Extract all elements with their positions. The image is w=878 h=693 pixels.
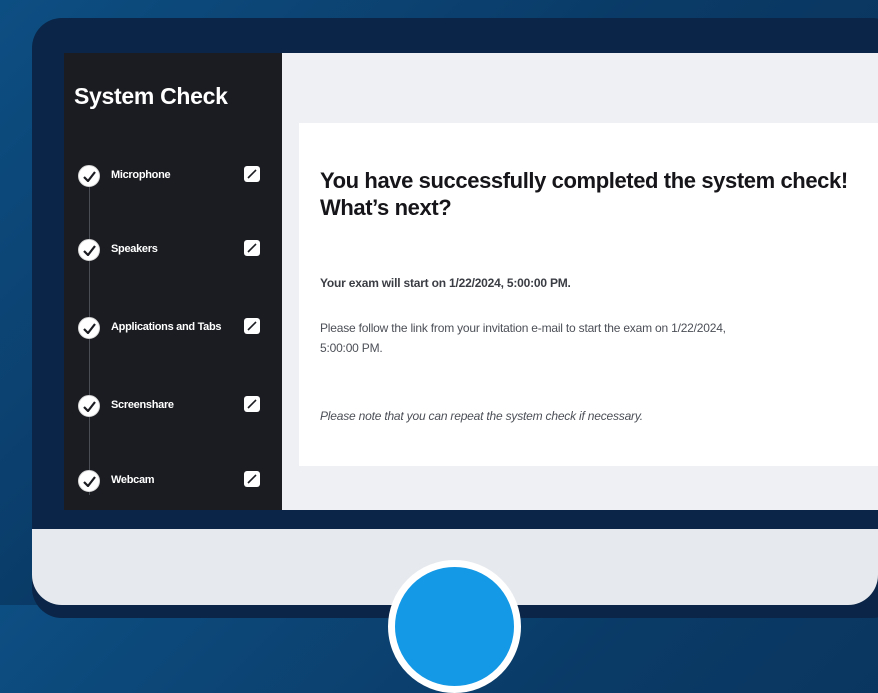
check-circle-icon (78, 317, 100, 339)
step-label: Screenshare (111, 399, 174, 411)
heading-line-2: What’s next? (320, 195, 452, 220)
check-circle-icon (78, 165, 100, 187)
heading-line-1: You have successfully completed the syst… (320, 168, 848, 193)
main-content: You have successfully completed the syst… (282, 53, 878, 510)
power-button[interactable] (388, 560, 521, 693)
completion-card: You have successfully completed the syst… (299, 123, 878, 466)
checkbox-checked-icon (244, 396, 260, 412)
step-label: Webcam (111, 474, 155, 486)
sidebar-title: System Check (74, 83, 228, 109)
completion-heading: You have successfully completed the syst… (320, 167, 878, 221)
step-microphone[interactable]: Microphone (78, 165, 274, 189)
step-webcam[interactable]: Webcam (78, 470, 274, 494)
checkbox-checked-icon (244, 471, 260, 487)
checkbox-checked-icon (244, 166, 260, 182)
sidebar: System Check Microphone Speakers Applica… (64, 53, 282, 510)
app-screen: System Check Microphone Speakers Applica… (64, 53, 878, 510)
step-screenshare[interactable]: Screenshare (78, 395, 274, 419)
step-label: Speakers (111, 243, 158, 255)
follow-link-text: Please follow the link from your invitat… (320, 321, 726, 355)
step-applications-and-tabs[interactable]: Applications and Tabs (78, 317, 274, 341)
checkbox-checked-icon (244, 240, 260, 256)
exam-start-text: Your exam will start on 1/22/2024, 5:00:… (320, 276, 571, 290)
check-circle-icon (78, 239, 100, 261)
step-label: Microphone (111, 169, 171, 181)
check-circle-icon (78, 395, 100, 417)
checkbox-checked-icon (244, 318, 260, 334)
step-speakers[interactable]: Speakers (78, 239, 274, 263)
check-circle-icon (78, 470, 100, 492)
repeat-note-text: Please note that you can repeat the syst… (320, 409, 643, 423)
step-label: Applications and Tabs (111, 321, 222, 333)
